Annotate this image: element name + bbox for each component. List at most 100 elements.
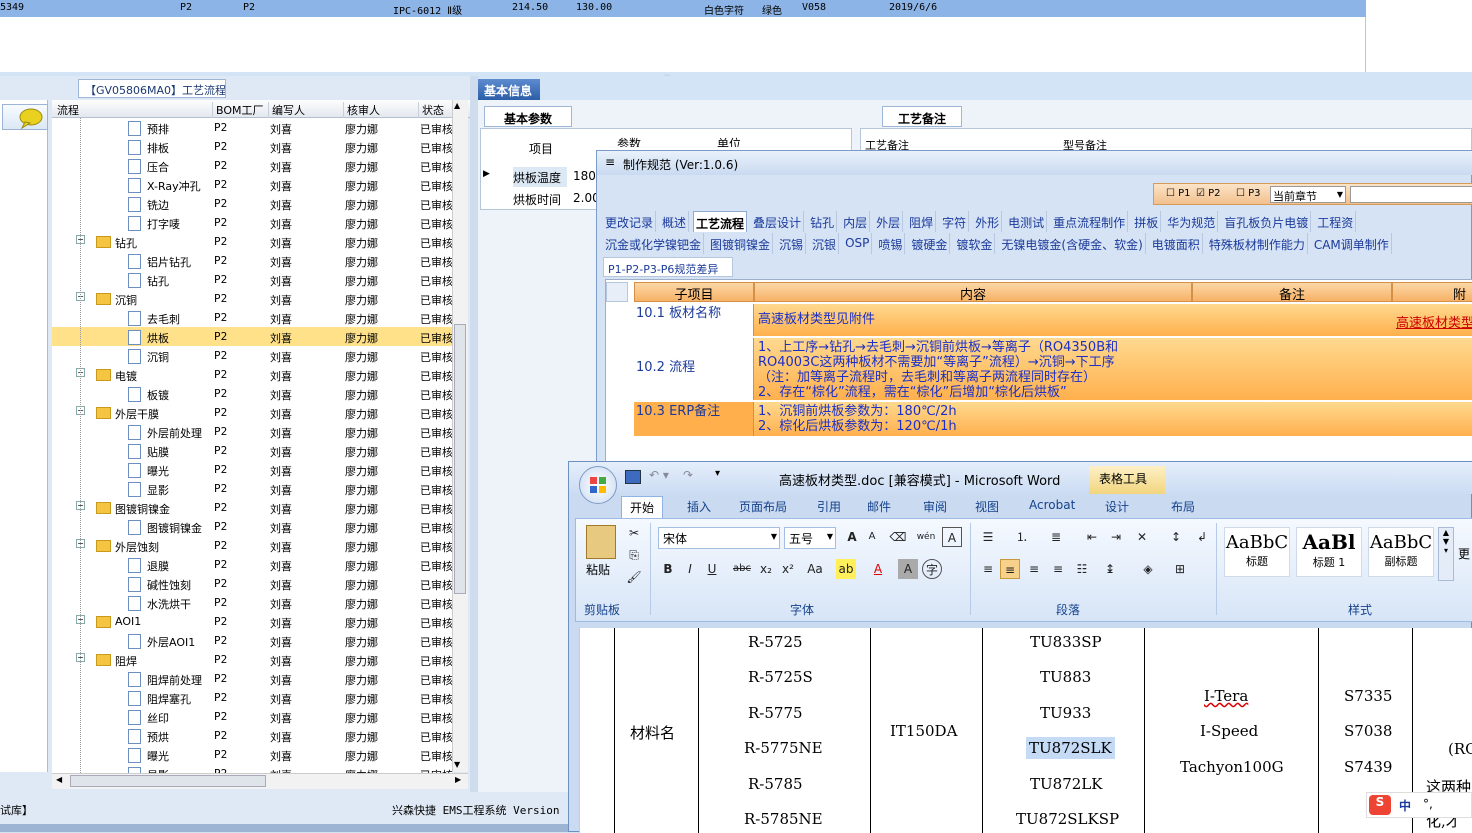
tree-row[interactable]: 曝光 P2 刘喜 廖力娜 已审核 xyxy=(52,460,452,479)
p3-checkbox[interactable]: ☐ P3 xyxy=(1236,188,1261,199)
tree-row[interactable]: − 图镀铜镍金 P2 刘喜 廖力娜 已审核 xyxy=(52,498,452,517)
scroll-left-arrow-icon[interactable]: ◀ xyxy=(56,775,62,784)
line-spacing-icon[interactable]: ↨ xyxy=(1100,559,1120,579)
tree-row[interactable]: 压合 P2 刘喜 廖力娜 已审核 xyxy=(52,156,452,175)
tree-row[interactable]: 打字唛 P2 刘喜 廖力娜 已审核 xyxy=(52,213,452,232)
char-shading-icon[interactable]: A xyxy=(898,559,918,579)
save-icon[interactable] xyxy=(625,470,641,484)
font-name-select[interactable]: 宋体 ▼ xyxy=(658,527,780,549)
tree-row[interactable]: 显影P2刘喜廖力娜已审核 xyxy=(52,479,452,498)
spec-tab[interactable]: CAM调单制作 xyxy=(1312,233,1392,254)
tree-row[interactable]: X-Ray冲孔 P2 刘喜 廖力娜 已审核 xyxy=(52,175,452,194)
show-marks-icon[interactable]: ↲ xyxy=(1192,527,1212,547)
tree-row[interactable]: 铣边 P2 刘喜 廖力娜 已审核 xyxy=(52,194,452,213)
increase-indent-icon[interactable]: ⇥ xyxy=(1106,527,1126,547)
tree-row[interactable]: 烘板 P2 刘喜 廖力娜 已审核 xyxy=(52,327,452,346)
style-title[interactable]: AaBbC 标题 xyxy=(1224,527,1290,577)
format-painter-icon[interactable]: 🖌 xyxy=(624,567,644,587)
borders-icon[interactable]: ⊞ xyxy=(1170,559,1190,579)
tree-row[interactable]: 退膜 P2 刘喜 廖力娜 已审核 xyxy=(52,555,452,574)
font-size-select[interactable]: 五号 ▼ xyxy=(784,527,836,549)
spec-tab[interactable]: OSP xyxy=(843,233,873,254)
spec-tab[interactable]: 更改记录 xyxy=(603,211,657,232)
spec-subtab[interactable]: P1-P2-P3-P6规范差异 xyxy=(603,257,733,277)
spec-tab[interactable]: 沉锡 xyxy=(777,233,807,254)
sogou-s-icon[interactable]: S xyxy=(1369,795,1391,815)
param-row-temp[interactable]: 烘板温度 xyxy=(513,167,567,187)
grid-col-sub[interactable]: 子项目 xyxy=(634,282,754,303)
tree-row[interactable]: 外层AOI1 P2 刘喜 廖力娜 已审核 xyxy=(52,631,452,650)
char-border-icon[interactable]: A xyxy=(942,527,962,547)
tree-row[interactable]: 沉铜 P2 刘喜 廖力娜 已审核 xyxy=(52,346,452,365)
spec-tab[interactable]: 重点流程制作 xyxy=(1051,211,1129,232)
highlight-icon[interactable]: ab xyxy=(836,559,856,579)
tree-row[interactable]: 外层前处理 P2 刘喜 廖力娜 已审核 xyxy=(52,422,452,441)
chinese-layout-icon[interactable]: ✕ xyxy=(1132,527,1152,547)
col-bom-factory[interactable]: BOM工厂 xyxy=(212,102,264,118)
tree-row[interactable]: − 钻孔 P2 刘喜 廖力娜 已审核 xyxy=(52,232,452,251)
spec-row-2[interactable]: 10.2 流程 1、上工序→钻孔→去毛刺→沉铜前烘板→等离子（RO4350B和 … xyxy=(634,338,1472,400)
tree-row[interactable]: 去毛刺 P2 刘喜 廖力娜 已审核 xyxy=(52,308,452,327)
align-right-icon[interactable]: ≡ xyxy=(1024,559,1044,579)
tree-row[interactable]: 曝光 P2 刘喜 廖力娜 已审核 xyxy=(52,745,452,764)
word-document[interactable]: 材料名 R-5725 R-5725S R-5775 R-5775NE R-578… xyxy=(579,628,1472,833)
spec-tab[interactable]: 外形 xyxy=(973,211,1003,232)
tree-horizontal-scroll-thumb[interactable] xyxy=(70,775,266,787)
top-record-row[interactable]: 5349 P2 P2 IPC-6012 Ⅱ级 214.50 130.00 白色字… xyxy=(0,0,1366,17)
col-writer[interactable]: 编写人 xyxy=(268,102,305,118)
tree-row[interactable]: 预烘 P2 刘喜 廖力娜 已审核 xyxy=(52,726,452,745)
align-center-icon[interactable]: ≡ xyxy=(1000,559,1020,579)
tree-row[interactable]: 丝印 P2 刘喜 廖力娜 已审核 xyxy=(52,707,452,726)
paste-icon[interactable] xyxy=(586,525,616,559)
styles-scroll[interactable]: ▲ ▼ ▾ xyxy=(1438,527,1454,581)
change-case-icon[interactable]: Aa xyxy=(802,559,828,579)
superscript-icon[interactable]: x² xyxy=(778,559,798,579)
spec-tab[interactable]: 外层 xyxy=(874,211,904,232)
word-title-bar[interactable]: ↶ ▾ ↷ ▾ 高速板材类型.doc [兼容模式] - Microsoft Wo… xyxy=(569,462,1472,494)
ribbon-tab[interactable]: 页面布局 xyxy=(731,496,795,517)
change-styles-label[interactable]: 更 xyxy=(1458,545,1470,562)
tree-row[interactable]: − 阻焊 P2 刘喜 廖力娜 已审核 xyxy=(52,650,452,669)
spec-title-bar[interactable]: ≡ 制作规范 (Ver:1.0.6) xyxy=(597,151,1472,175)
spec-tab[interactable]: 概述 xyxy=(660,211,690,232)
tree-row[interactable]: 显影P2刘喜廖力娜已审核 xyxy=(52,764,452,773)
spec-tab[interactable]: 喷锡 xyxy=(876,233,906,254)
spec-tab[interactable]: 钻孔 xyxy=(808,211,838,232)
spec-tab[interactable]: 阻焊 xyxy=(907,211,937,232)
sort-icon[interactable]: ↕ xyxy=(1166,527,1186,547)
copy-icon[interactable]: ⎘ xyxy=(624,545,644,565)
tree-row[interactable]: − AOI1 P2 刘喜 廖力娜 已审核 xyxy=(52,612,452,631)
tree-vertical-scroll-thumb[interactable] xyxy=(454,324,466,594)
spec-tab[interactable]: 沉金或化学镍钯金 xyxy=(603,233,705,254)
grid-col-attach[interactable]: 附件 xyxy=(1392,282,1472,322)
basic-params-tab[interactable]: 基本参数 xyxy=(484,106,572,127)
phonetic-guide-icon[interactable]: wén xyxy=(916,527,936,547)
paste-label[interactable]: 粘贴 xyxy=(586,561,610,578)
ribbon-tab[interactable]: 视图 xyxy=(967,496,1007,517)
ribbon-tab[interactable]: 设计 xyxy=(1097,496,1137,517)
cut-icon[interactable]: ✂ xyxy=(624,523,644,543)
spec-tab[interactable]: 华为规范 xyxy=(1165,211,1219,232)
col-flow[interactable]: 流程 xyxy=(54,102,79,118)
process-flow-tab[interactable]: 【GV05806MA0】工艺流程 xyxy=(78,79,226,98)
comment-button[interactable] xyxy=(2,104,48,130)
tree-row[interactable]: 排板 P2 刘喜 廖力娜 已审核 xyxy=(52,137,452,156)
p2-checkbox[interactable]: ☑ P2 xyxy=(1196,188,1221,199)
spec-tab[interactable]: 字符 xyxy=(940,211,970,232)
tree-row[interactable]: 铝片钻孔 P2 刘喜 廖力娜 已审核 xyxy=(52,251,452,270)
spec-tab[interactable]: 内层 xyxy=(841,211,871,232)
spec-row-3[interactable]: 10.3 ERP备注 1、沉铜前烘板参数为：180℃/2h 2、棕化后烘板参数为… xyxy=(634,402,1472,436)
tree-row[interactable]: 预排 P2 刘喜 廖力娜 已审核 xyxy=(52,118,452,137)
ribbon-tab[interactable]: 插入 xyxy=(679,496,719,517)
spec-tab[interactable]: 电测试 xyxy=(1006,211,1048,232)
spec-tab[interactable]: 拼板 xyxy=(1132,211,1162,232)
font-color-icon[interactable]: A xyxy=(868,559,888,579)
underline-icon[interactable]: U xyxy=(702,559,722,579)
tree-row[interactable]: − 外层蚀刻 P2 刘喜 廖力娜 已审核 xyxy=(52,536,452,555)
tree-row[interactable]: 碱性蚀刻 P2 刘喜 廖力娜 已审核 xyxy=(52,574,452,593)
ribbon-tab[interactable]: 邮件 xyxy=(859,496,899,517)
spec-tab[interactable]: 叠层设计 xyxy=(751,211,805,232)
spec-tab[interactable]: 镀软金 xyxy=(954,233,996,254)
redo-icon[interactable]: ↷ xyxy=(683,468,693,482)
distributed-icon[interactable]: ☷ xyxy=(1072,559,1092,579)
